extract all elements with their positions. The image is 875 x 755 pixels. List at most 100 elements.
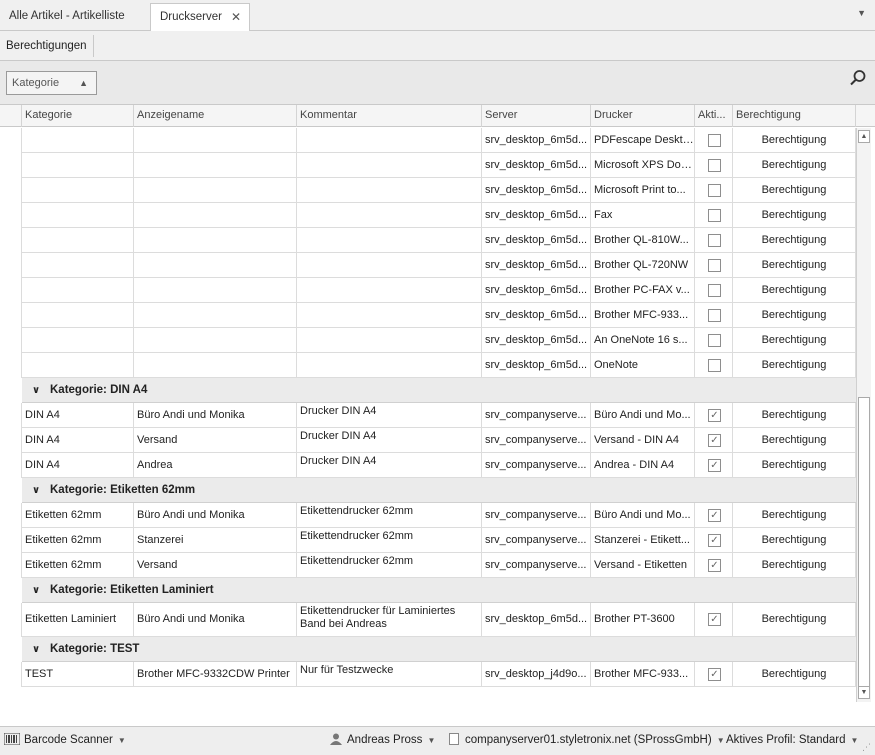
column-header-server[interactable]: Server bbox=[482, 105, 591, 127]
table-row[interactable]: srv_desktop_6m5d... Brother QL-810W... Ber… bbox=[0, 228, 856, 253]
cell-berechtigung[interactable]: Berechtigung bbox=[733, 228, 856, 253]
cell-berechtigung[interactable]: Berechtigung bbox=[733, 253, 856, 278]
chevron-down-icon[interactable]: ∨ bbox=[32, 478, 40, 503]
cell-berechtigung[interactable]: Berechtigung bbox=[733, 278, 856, 303]
cell-berechtigung[interactable]: Berechtigung bbox=[733, 528, 856, 553]
cell-berechtigung[interactable]: Berechtigung bbox=[733, 178, 856, 203]
cell-drucker: Büro Andi und Mo... bbox=[591, 503, 695, 528]
cell-aktiv: ✓ bbox=[695, 662, 733, 687]
cell-kommentar bbox=[297, 228, 482, 253]
aktiv-checkbox[interactable]: ✓ bbox=[708, 409, 721, 422]
tab-artikelliste[interactable]: Alle Artikel - Artikelliste bbox=[0, 3, 150, 31]
cell-kategorie: Etiketten 62mm bbox=[22, 528, 134, 553]
chevron-down-icon[interactable]: ∨ bbox=[32, 578, 40, 603]
chevron-down-icon[interactable]: ∨ bbox=[32, 637, 40, 662]
column-header-aktiv[interactable]: Akti... bbox=[695, 105, 733, 127]
column-header-kategorie[interactable]: Kategorie bbox=[22, 105, 134, 127]
aktiv-checkbox[interactable] bbox=[708, 184, 721, 197]
table-row[interactable]: srv_desktop_6m5d... Microsoft Print to...… bbox=[0, 178, 856, 203]
table-row[interactable]: srv_desktop_6m5d... Microsoft XPS Doc... B… bbox=[0, 153, 856, 178]
row-indent bbox=[0, 128, 22, 153]
cell-berechtigung[interactable]: Berechtigung bbox=[733, 153, 856, 178]
table-row[interactable]: Etiketten Laminiert Büro Andi und Monika E… bbox=[0, 603, 856, 637]
table-row[interactable]: srv_desktop_6m5d... An OneNote 16 s... Ber… bbox=[0, 328, 856, 353]
cell-drucker: Brother MFC-933... bbox=[591, 662, 695, 687]
tab-druckserver[interactable]: Druckserver ✕ bbox=[150, 3, 250, 32]
vertical-scrollbar[interactable]: ▲ ▼ bbox=[856, 128, 871, 702]
cell-berechtigung[interactable]: Berechtigung bbox=[733, 403, 856, 428]
search-icon[interactable] bbox=[849, 69, 867, 87]
profile-label: Aktives Profil: Standard bbox=[726, 734, 846, 746]
close-icon[interactable]: ✕ bbox=[231, 4, 241, 30]
user-label: Andreas Pross bbox=[347, 734, 423, 746]
group-chip-kategorie[interactable]: Kategorie ▲ bbox=[6, 71, 97, 95]
cell-berechtigung[interactable]: Berechtigung bbox=[733, 328, 856, 353]
group-row[interactable]: ∨ Kategorie: Etiketten Laminiert bbox=[0, 578, 856, 603]
aktiv-checkbox[interactable] bbox=[708, 234, 721, 247]
scrollbar-thumb[interactable] bbox=[858, 397, 870, 690]
table-row[interactable]: TEST Brother MFC-9332CDW Printer Nur für T… bbox=[0, 662, 856, 687]
table-row[interactable]: srv_desktop_6m5d... Fax Berechtigung bbox=[0, 203, 856, 228]
column-header-anzeigename[interactable]: Anzeigename bbox=[134, 105, 297, 127]
aktiv-checkbox[interactable] bbox=[708, 134, 721, 147]
aktiv-checkbox[interactable]: ✓ bbox=[708, 559, 721, 572]
cell-berechtigung[interactable]: Berechtigung bbox=[733, 428, 856, 453]
column-header-drucker[interactable]: Drucker bbox=[591, 105, 695, 127]
aktiv-checkbox[interactable] bbox=[708, 209, 721, 222]
cell-berechtigung[interactable]: Berechtigung bbox=[733, 662, 856, 687]
user-menu[interactable]: Andreas Pross ▼ bbox=[330, 727, 435, 755]
scanner-label: Barcode Scanner bbox=[24, 734, 113, 746]
aktiv-checkbox[interactable] bbox=[708, 159, 721, 172]
barcode-scanner-menu[interactable]: Barcode Scanner ▼ bbox=[3, 727, 126, 755]
group-row[interactable]: ∨ Kategorie: DIN A4 bbox=[0, 378, 856, 403]
cell-server: srv_desktop_6m5d... bbox=[482, 253, 591, 278]
table-row[interactable]: srv_desktop_6m5d... Brother PC-FAX v... Be… bbox=[0, 278, 856, 303]
cell-berechtigung[interactable]: Berechtigung bbox=[733, 553, 856, 578]
table-row[interactable]: DIN A4 Versand Drucker DIN A4 srv_companyse… bbox=[0, 428, 856, 453]
table-row[interactable]: srv_desktop_6m5d... PDFescape Desktop Bere… bbox=[0, 128, 856, 153]
cell-server: srv_companyserve... bbox=[482, 403, 591, 428]
cell-berechtigung[interactable]: Berechtigung bbox=[733, 453, 856, 478]
table-row[interactable]: srv_desktop_6m5d... Brother QL-720NW Berec… bbox=[0, 253, 856, 278]
aktiv-checkbox[interactable]: ✓ bbox=[708, 434, 721, 447]
profile-menu[interactable]: Aktives Profil: Standard ▼ bbox=[726, 727, 858, 755]
table-row[interactable]: Etiketten 62mm Versand Etikettendrucker 62… bbox=[0, 553, 856, 578]
aktiv-checkbox[interactable] bbox=[708, 284, 721, 297]
server-menu[interactable]: companyserver01.styletronix.net (SProssG… bbox=[449, 727, 725, 755]
column-header-berechtigung[interactable]: Berechtigung bbox=[733, 105, 856, 127]
aktiv-checkbox[interactable]: ✓ bbox=[708, 534, 721, 547]
table-row[interactable]: DIN A4 Andrea Drucker DIN A4 srv_companyser… bbox=[0, 453, 856, 478]
aktiv-checkbox[interactable]: ✓ bbox=[708, 613, 721, 626]
table-row[interactable]: Etiketten 62mm Büro Andi und Monika Etiket… bbox=[0, 503, 856, 528]
cell-berechtigung[interactable]: Berechtigung bbox=[733, 203, 856, 228]
aktiv-checkbox[interactable]: ✓ bbox=[708, 668, 721, 681]
table-row[interactable]: Etiketten 62mm Stanzerei Etikettendrucker … bbox=[0, 528, 856, 553]
table-row[interactable]: DIN A4 Büro Andi und Monika Drucker DIN A4… bbox=[0, 403, 856, 428]
row-indent bbox=[0, 453, 22, 478]
aktiv-checkbox[interactable] bbox=[708, 334, 721, 347]
resize-grip-icon[interactable]: ⋰ bbox=[862, 742, 872, 752]
table-row[interactable]: srv_desktop_6m5d... OneNote Berechtigung bbox=[0, 353, 856, 378]
chevron-down-icon[interactable]: ▼ bbox=[857, 8, 866, 18]
aktiv-checkbox[interactable]: ✓ bbox=[708, 509, 721, 522]
scroll-down-icon[interactable]: ▼ bbox=[858, 686, 870, 699]
aktiv-checkbox[interactable] bbox=[708, 359, 721, 372]
chevron-down-icon[interactable]: ∨ bbox=[32, 378, 40, 403]
aktiv-checkbox[interactable]: ✓ bbox=[708, 459, 721, 472]
scroll-up-icon[interactable]: ▲ bbox=[858, 130, 870, 143]
column-header-kommentar[interactable]: Kommentar bbox=[297, 105, 482, 127]
row-indent bbox=[0, 203, 22, 228]
table-row[interactable]: srv_desktop_6m5d... Brother MFC-933... Ber… bbox=[0, 303, 856, 328]
cell-berechtigung[interactable]: Berechtigung bbox=[733, 303, 856, 328]
cell-berechtigung[interactable]: Berechtigung bbox=[733, 503, 856, 528]
group-row[interactable]: ∨ Kategorie: TEST bbox=[0, 637, 856, 662]
cell-server: srv_companyserve... bbox=[482, 528, 591, 553]
cell-berechtigung[interactable]: Berechtigung bbox=[733, 128, 856, 153]
group-row[interactable]: ∨ Kategorie: Etiketten 62mm bbox=[0, 478, 856, 503]
aktiv-checkbox[interactable] bbox=[708, 309, 721, 322]
aktiv-checkbox[interactable] bbox=[708, 259, 721, 272]
cell-berechtigung[interactable]: Berechtigung bbox=[733, 603, 856, 637]
berechtigungen-button[interactable]: Berechtigungen bbox=[0, 35, 94, 57]
cell-server: srv_desktop_6m5d... bbox=[482, 178, 591, 203]
cell-berechtigung[interactable]: Berechtigung bbox=[733, 353, 856, 378]
